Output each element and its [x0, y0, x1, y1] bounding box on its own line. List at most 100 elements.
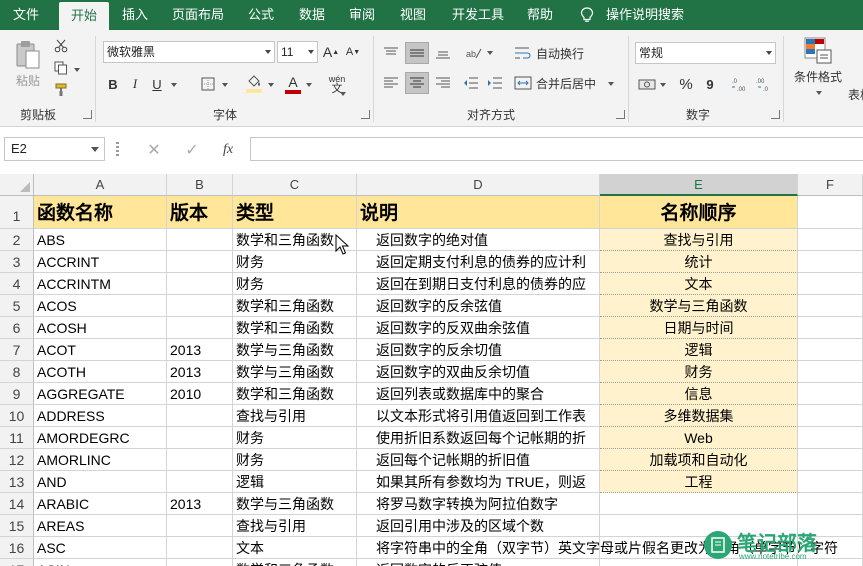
column-header-c[interactable]: C [233, 174, 357, 196]
tab-developer[interactable]: 开发工具 [446, 0, 510, 30]
orientation-button[interactable]: ab [463, 42, 485, 64]
cell-b5[interactable] [167, 295, 233, 317]
align-left-button[interactable] [379, 72, 403, 94]
orientation-dropdown-arrow[interactable] [487, 51, 493, 55]
confirm-entry-button[interactable]: ✓ [180, 139, 204, 161]
select-all-corner[interactable] [0, 174, 34, 196]
cell-a2[interactable]: ABS [34, 229, 167, 251]
column-header-d[interactable]: D [357, 174, 600, 196]
cell-a13[interactable]: AND [34, 471, 167, 493]
accounting-dropdown-arrow[interactable] [660, 83, 666, 87]
phonetic-dropdown-arrow[interactable] [340, 92, 346, 96]
cell-e9[interactable]: 信息 [600, 383, 798, 405]
row-header[interactable]: 9 [0, 383, 34, 405]
cell-b9[interactable]: 2010 [167, 383, 233, 405]
cell-d9[interactable]: 返回列表或数据库中的聚合 [357, 383, 600, 405]
cell-c4[interactable]: 财务 [233, 273, 357, 295]
formula-bar-splitter[interactable] [116, 142, 119, 156]
cell-b13[interactable] [167, 471, 233, 493]
tab-home[interactable]: 开始 [59, 2, 109, 30]
cell-f4[interactable] [798, 273, 863, 295]
comma-style-button[interactable]: 9 [701, 73, 719, 95]
cell-e6[interactable]: 日期与时间 [600, 317, 798, 339]
bold-button[interactable]: B [104, 73, 122, 95]
cell-b14[interactable]: 2013 [167, 493, 233, 515]
cell-d17[interactable]: 返回数字的反正弦值 [357, 559, 600, 566]
row-header[interactable]: 3 [0, 251, 34, 273]
cell-f5[interactable] [798, 295, 863, 317]
merge-dropdown-arrow[interactable] [608, 82, 614, 86]
cell-c9[interactable]: 数学和三角函数 [233, 383, 357, 405]
cell-c15[interactable]: 查找与引用 [233, 515, 357, 537]
cell-f14[interactable] [798, 493, 863, 515]
cell-c11[interactable]: 财务 [233, 427, 357, 449]
font-color-button[interactable]: A [284, 72, 302, 96]
cell-c13[interactable]: 逻辑 [233, 471, 357, 493]
borders-dropdown-arrow[interactable] [222, 83, 228, 87]
row-header[interactable]: 16 [0, 537, 34, 559]
row-header[interactable]: 15 [0, 515, 34, 537]
cell-b16[interactable] [167, 537, 233, 559]
cell-a4[interactable]: ACCRINTM [34, 273, 167, 295]
cell-f1[interactable] [798, 196, 863, 229]
tab-insert[interactable]: 插入 [115, 0, 155, 30]
tab-data[interactable]: 数据 [292, 0, 332, 30]
cell-d5[interactable]: 返回数字的反余弦值 [357, 295, 600, 317]
align-bottom-button[interactable] [431, 42, 455, 64]
cell-a6[interactable]: ACOSH [34, 317, 167, 339]
cell-e10[interactable]: 多维数据集 [600, 405, 798, 427]
copy-dropdown-arrow[interactable] [74, 68, 80, 72]
worksheet-grid[interactable]: A B C D E F 1 函数名称 版本 类型 说明 名称顺序 2 ABS 数学和三角函数 返回数字的绝对值… [0, 174, 863, 566]
tab-help[interactable]: 帮助 [520, 0, 560, 30]
decrease-decimal-button[interactable]: .00.0 [754, 73, 774, 95]
row-header[interactable]: 13 [0, 471, 34, 493]
cell-d6[interactable]: 返回数字的反双曲余弦值 [357, 317, 600, 339]
cell-a8[interactable]: ACOTH [34, 361, 167, 383]
cell-c1[interactable]: 类型 [233, 196, 357, 229]
cell-e3[interactable]: 统计 [600, 251, 798, 273]
cell-f2[interactable] [798, 229, 863, 251]
fill-color-button[interactable] [244, 72, 264, 96]
row-header[interactable]: 12 [0, 449, 34, 471]
merge-center-button[interactable]: 合并后居中 [514, 72, 606, 94]
cell-d10[interactable]: 以文本形式将引用值返回到工作表 [357, 405, 600, 427]
cell-e1[interactable]: 名称顺序 [600, 196, 798, 229]
italic-button[interactable]: I [126, 73, 144, 95]
cell-a9[interactable]: AGGREGATE [34, 383, 167, 405]
cell-d3[interactable]: 返回定期支付利息的债券的应计利 [357, 251, 600, 273]
row-header[interactable]: 8 [0, 361, 34, 383]
number-format-combo[interactable]: 常规 [635, 42, 776, 64]
decrease-font-size-button[interactable]: A ▼ [344, 42, 362, 62]
cell-c5[interactable]: 数学和三角函数 [233, 295, 357, 317]
tab-formulas[interactable]: 公式 [241, 0, 281, 30]
cell-c12[interactable]: 财务 [233, 449, 357, 471]
cell-e4[interactable]: 文本 [600, 273, 798, 295]
cell-e14[interactable] [600, 493, 798, 515]
cell-a5[interactable]: ACOS [34, 295, 167, 317]
cell-e13[interactable]: 工程 [600, 471, 798, 493]
cell-e8[interactable]: 财务 [600, 361, 798, 383]
accounting-format-button[interactable] [636, 73, 658, 95]
cell-f3[interactable] [798, 251, 863, 273]
cell-b7[interactable]: 2013 [167, 339, 233, 361]
cell-c16[interactable]: 文本 [233, 537, 357, 559]
formula-input[interactable] [250, 137, 863, 161]
increase-indent-button[interactable] [484, 72, 506, 94]
cell-b8[interactable]: 2013 [167, 361, 233, 383]
row-header[interactable]: 4 [0, 273, 34, 295]
row-header[interactable]: 6 [0, 317, 34, 339]
font-name-combo[interactable]: 微软雅黑 [103, 41, 275, 63]
cell-f9[interactable] [798, 383, 863, 405]
decrease-indent-button[interactable] [460, 72, 482, 94]
row-header[interactable]: 1 [0, 196, 34, 229]
cell-b15[interactable] [167, 515, 233, 537]
column-header-b[interactable]: B [167, 174, 233, 196]
borders-button[interactable] [198, 74, 218, 94]
insert-function-button[interactable]: fx [216, 139, 240, 161]
cell-e5[interactable]: 数学与三角函数 [600, 295, 798, 317]
alignment-dialog-launcher[interactable] [616, 110, 625, 119]
conditional-formatting-button[interactable]: 条件格式 [790, 36, 846, 100]
cell-a15[interactable]: AREAS [34, 515, 167, 537]
cell-e7[interactable]: 逻辑 [600, 339, 798, 361]
cell-a17[interactable]: ASIN [34, 559, 167, 566]
